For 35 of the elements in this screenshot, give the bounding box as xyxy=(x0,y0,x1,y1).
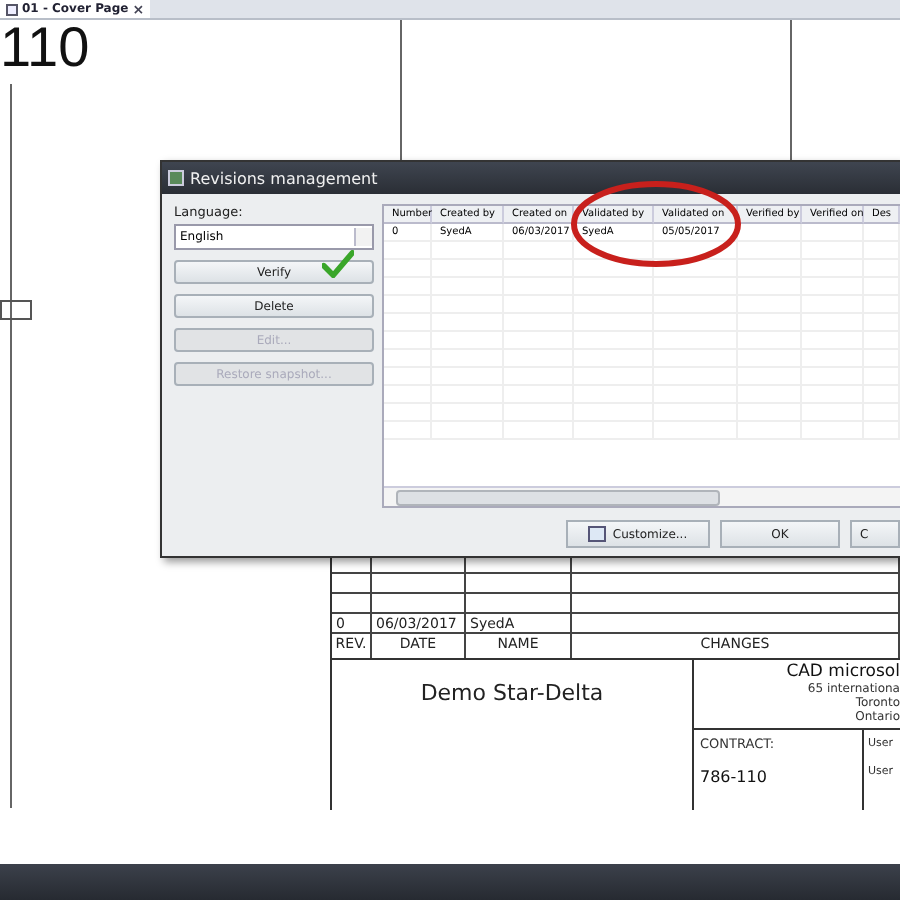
table-cell xyxy=(466,594,572,614)
table-cell xyxy=(654,260,738,278)
table-cell xyxy=(738,224,802,242)
table-cell xyxy=(384,314,432,332)
table-cell xyxy=(384,278,432,296)
table-cell xyxy=(574,260,654,278)
page-icon xyxy=(6,3,18,15)
table-cell xyxy=(384,242,432,260)
table-cell xyxy=(738,242,802,260)
app-icon xyxy=(168,170,184,186)
table-cell xyxy=(864,224,900,242)
table-cell xyxy=(384,350,432,368)
table-cell xyxy=(466,574,572,594)
contract-number: 786-110 xyxy=(700,768,769,786)
table-cell xyxy=(574,242,654,260)
company-text: CAD microsol xyxy=(786,664,900,682)
table-cell xyxy=(504,242,574,260)
table-cell xyxy=(384,386,432,404)
window-title: Revisions management xyxy=(190,169,378,187)
table-cell xyxy=(384,422,432,440)
table-cell xyxy=(384,296,432,314)
horizontal-scrollbar[interactable] xyxy=(384,486,900,506)
project-title: Demo Star-Delta xyxy=(332,660,694,810)
sheet-number: 110 xyxy=(0,20,90,76)
table-cell xyxy=(332,574,372,594)
table-cell xyxy=(332,594,372,614)
table-cell xyxy=(372,594,466,614)
table-cell xyxy=(384,332,432,350)
table-cell xyxy=(384,404,432,422)
table-cell xyxy=(384,368,432,386)
table-cell xyxy=(654,242,738,260)
table-cell xyxy=(802,224,864,242)
table-cell xyxy=(372,574,466,594)
table-cell xyxy=(384,260,432,278)
wire-stub xyxy=(0,300,32,320)
